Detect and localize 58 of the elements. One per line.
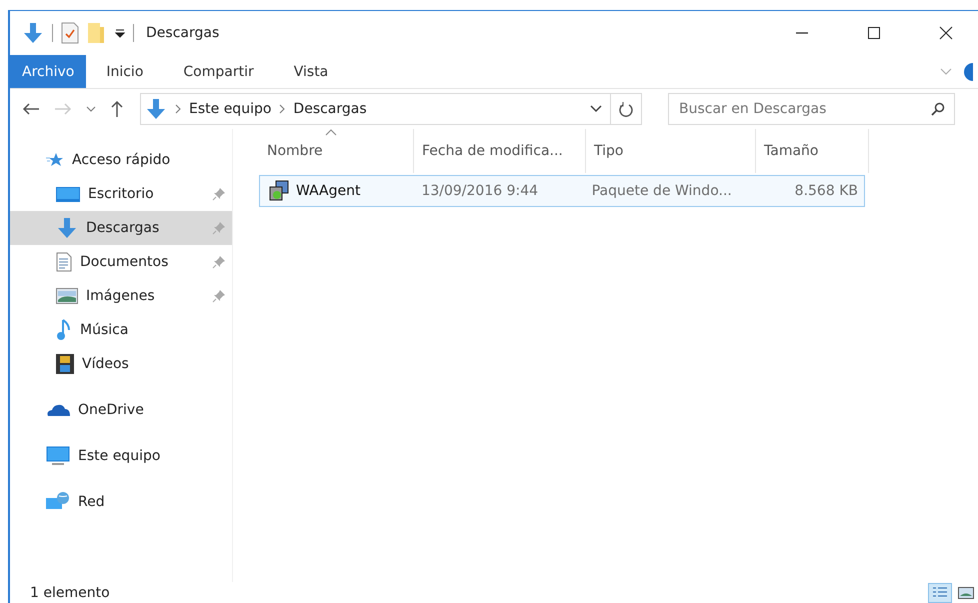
breadcrumb[interactable]: Este equipo [189, 101, 272, 117]
music-note-icon [56, 319, 72, 341]
table-cell: 13/09/2016 9:44 [421, 183, 538, 199]
sidebar-item[interactable]: Acceso rápido [10, 143, 232, 177]
sidebar-item[interactable]: Escritorio [10, 177, 232, 211]
refresh-icon[interactable] [619, 101, 633, 117]
expand-ribbon-icon[interactable] [940, 68, 952, 76]
image-icon [56, 288, 78, 304]
sidebar-item[interactable]: Música [10, 313, 232, 347]
desktop-icon [56, 186, 80, 202]
table-cell: WAAgent [296, 183, 360, 199]
film-icon [56, 354, 74, 374]
properties-checklist-icon[interactable] [61, 22, 79, 44]
column-header[interactable]: Fecha de modifica... [414, 129, 586, 173]
back-arrow-icon[interactable] [22, 102, 40, 116]
address-bar[interactable]: Este equipo Descargas [140, 93, 642, 125]
sidebar-item[interactable]: Vídeos [10, 347, 232, 381]
recent-dropdown-icon[interactable] [86, 106, 96, 112]
table-cell: Paquete de Windo... [592, 183, 732, 199]
cloud-icon [46, 403, 70, 417]
sidebar-item[interactable]: Imágenes [10, 279, 232, 313]
network-icon [46, 492, 70, 512]
close-icon [939, 26, 953, 40]
ribbon-tab[interactable]: Archivo [10, 55, 86, 88]
search-field[interactable]: Buscar en Descargas [668, 93, 955, 125]
breadcrumb[interactable]: Descargas [293, 101, 367, 117]
window-title: Descargas [145, 25, 220, 41]
sidebar-item[interactable]: Documentos [10, 245, 232, 279]
search-icon [931, 102, 945, 116]
installer-package-icon [268, 180, 290, 202]
sidebar-item[interactable]: Este equipo [10, 439, 232, 473]
column-header[interactable]: Nombre [259, 129, 414, 173]
document-icon [56, 252, 72, 272]
download-arrow-icon [56, 217, 78, 239]
sidebar-item[interactable]: Red [10, 485, 232, 519]
sidebar-item[interactable]: Descargas [10, 211, 232, 245]
column-header[interactable]: Tamaño [756, 129, 869, 173]
ribbon-tab[interactable]: Compartir [163, 55, 274, 88]
file-row[interactable]: WAAgent 13/09/2016 9:44 Paquete de Windo... 8.568 KB [259, 175, 865, 207]
star-icon [46, 152, 64, 168]
dropdown-icon[interactable] [115, 28, 125, 38]
sidebar-item[interactable]: OneDrive [10, 393, 232, 427]
chevron-icon [175, 104, 181, 114]
dropdown-icon[interactable] [590, 105, 602, 113]
ribbon-tab[interactable]: Vista [274, 55, 348, 88]
monitor-icon [46, 446, 70, 466]
chevron-icon [279, 104, 286, 114]
item-count: 1 elemento [30, 585, 110, 601]
download-arrow-icon [145, 98, 167, 120]
table-cell: 8.568 KB [794, 183, 858, 199]
image-icon [958, 587, 974, 599]
column-header[interactable]: Tipo [586, 129, 756, 173]
minimize-icon [796, 32, 808, 34]
maximize-icon [867, 26, 881, 40]
details-view-button[interactable] [928, 583, 952, 603]
ribbon-tab[interactable]: Inicio [86, 55, 164, 88]
up-arrow-icon[interactable] [110, 100, 124, 118]
download-arrow-icon[interactable] [22, 22, 44, 44]
